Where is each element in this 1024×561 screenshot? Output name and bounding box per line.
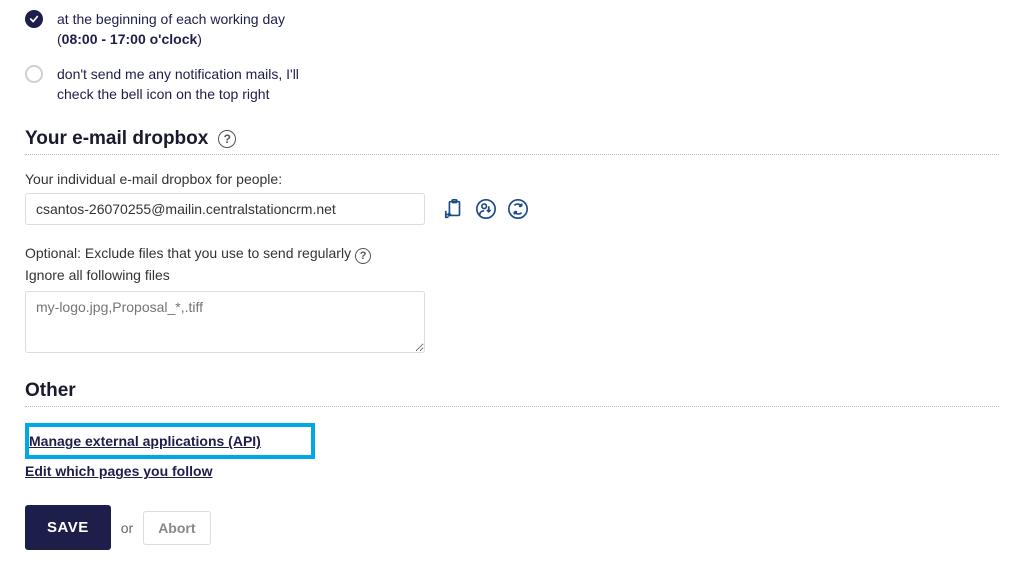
dropbox-field-label: Your individual e-mail dropbox for peopl…: [25, 171, 999, 187]
checkmark-icon: [29, 14, 39, 24]
manage-api-link[interactable]: Manage external applications (API): [29, 433, 261, 449]
other-section-title: Other: [25, 380, 76, 402]
exclude-help-icon[interactable]: ?: [355, 248, 371, 264]
notification-daily-post: ): [197, 31, 202, 47]
abort-button[interactable]: Abort: [143, 511, 210, 545]
notification-daily-label: at the beginning of each working day (08…: [57, 10, 317, 49]
notification-none-radio[interactable]: [25, 65, 43, 83]
clipboard-icon: [443, 198, 465, 220]
ignore-files-textarea[interactable]: [25, 291, 425, 353]
download-vcard-button[interactable]: [475, 198, 497, 220]
dropbox-section-title: Your e-mail dropbox: [25, 128, 208, 150]
person-download-icon: [475, 198, 497, 220]
api-link-highlight: Manage external applications (API): [25, 423, 315, 459]
ignore-files-label: Ignore all following files: [25, 267, 999, 283]
refresh-icon: [507, 198, 529, 220]
dropbox-email-input[interactable]: [25, 193, 425, 225]
exclude-files-label: Optional: Exclude files that you use to …: [25, 245, 351, 261]
dropbox-help-icon[interactable]: ?: [218, 130, 236, 148]
or-text: or: [121, 520, 133, 536]
save-button[interactable]: SAVE: [25, 505, 111, 550]
notification-daily-hours: 08:00 - 17:00 o'clock: [62, 31, 198, 47]
clipboard-copy-button[interactable]: [443, 198, 465, 220]
notification-daily-radio[interactable]: [25, 10, 43, 28]
edit-follow-link[interactable]: Edit which pages you follow: [25, 463, 999, 479]
notification-none-label: don't send me any notification mails, I'…: [57, 65, 317, 104]
divider: [25, 406, 999, 407]
regenerate-button[interactable]: [507, 198, 529, 220]
divider: [25, 154, 999, 155]
